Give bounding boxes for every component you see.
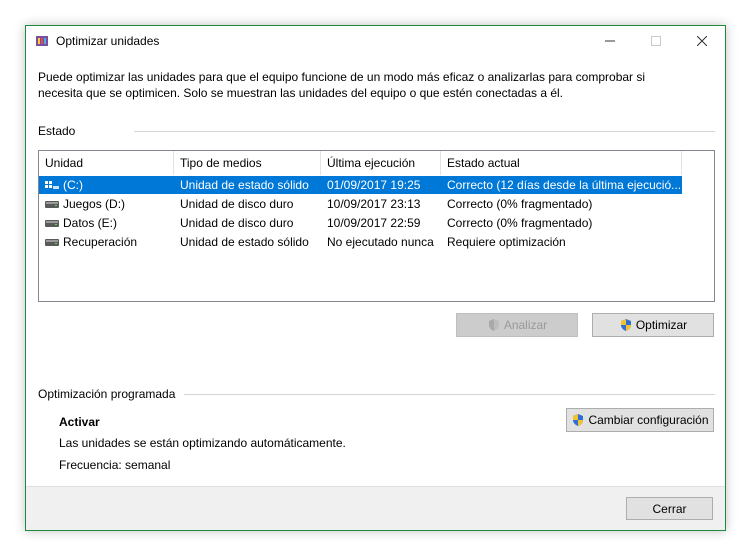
- hdd-drive-icon: [45, 239, 59, 246]
- uac-shield-icon: [488, 319, 499, 331]
- hdd-drive-icon: [45, 220, 59, 227]
- window-title: Optimizar unidades: [56, 34, 160, 48]
- optimizar-button[interactable]: Optimizar: [592, 313, 714, 337]
- drive-status: Correcto (0% fragmentado): [447, 197, 593, 211]
- col-unidad[interactable]: Unidad: [39, 151, 174, 175]
- minimize-icon: [605, 40, 615, 42]
- cerrar-button[interactable]: Cerrar: [626, 497, 713, 520]
- ssd-drive-icon: [45, 181, 59, 189]
- drive-type: Unidad de estado sólido: [180, 178, 309, 192]
- defrag-app-icon: [36, 36, 48, 46]
- drive-status: Correcto (12 días desde la última ejecuc…: [447, 178, 682, 192]
- close-window-button[interactable]: [679, 26, 725, 56]
- drive-last-run: 10/09/2017 22:59: [327, 216, 421, 230]
- optimize-drives-window: Optimizar unidades Puede optimizar las u…: [25, 25, 726, 531]
- drive-row-recuperacion[interactable]: Recuperación Unidad de estado sólido No …: [39, 233, 682, 251]
- drive-name: Juegos (D:): [63, 197, 126, 211]
- maximize-button[interactable]: [633, 26, 679, 56]
- maximize-icon: [651, 36, 661, 46]
- uac-shield-icon: [573, 414, 584, 426]
- estado-separator: [134, 131, 715, 132]
- intro-text: Puede optimizar las unidades para que el…: [38, 69, 708, 101]
- minimize-button[interactable]: [587, 26, 633, 56]
- main-content: Puede optimizar las unidades para que el…: [26, 56, 725, 486]
- drive-name: Recuperación: [63, 235, 138, 249]
- drive-row-d[interactable]: Juegos (D:) Unidad de disco duro 10/09/2…: [39, 195, 682, 213]
- drive-name: Datos (E:): [63, 216, 118, 230]
- programada-label: Optimización programada: [38, 387, 176, 401]
- optimizar-label: Optimizar: [635, 318, 688, 332]
- col-tipo-medios[interactable]: Tipo de medios: [174, 151, 321, 175]
- col-estado-actual[interactable]: Estado actual: [441, 151, 682, 175]
- drive-status: Requiere optimización: [447, 235, 566, 249]
- col-ultima-ejecucion[interactable]: Última ejecución: [321, 151, 441, 175]
- dialog-footer: Cerrar: [26, 486, 725, 530]
- cerrar-label: Cerrar: [652, 501, 687, 516]
- drive-last-run: 01/09/2017 19:25: [327, 178, 421, 192]
- drive-type: Unidad de disco duro: [180, 197, 294, 211]
- drive-name: (C:): [63, 178, 83, 192]
- drive-last-run: No ejecutado nunca: [327, 235, 434, 249]
- drive-type: Unidad de disco duro: [180, 216, 294, 230]
- hdd-drive-icon: [45, 201, 59, 208]
- frecuencia-text: Frecuencia: semanal: [59, 458, 171, 472]
- drive-row-c[interactable]: (C:) Unidad de estado sólido 01/09/2017 …: [39, 176, 682, 194]
- drive-last-run: 10/09/2017 23:13: [327, 197, 421, 211]
- drive-status: Correcto (0% fragmentado): [447, 216, 593, 230]
- analizar-button[interactable]: Analizar: [456, 313, 578, 337]
- drive-type: Unidad de estado sólido: [180, 235, 309, 249]
- programada-separator: [184, 394, 715, 395]
- title-bar[interactable]: Optimizar unidades: [26, 26, 725, 56]
- drives-list[interactable]: Unidad Tipo de medios Última ejecución E…: [38, 150, 715, 302]
- intro-line-1: Puede optimizar las unidades para que el…: [38, 70, 646, 84]
- activar-heading: Activar: [59, 415, 100, 429]
- drive-row-e[interactable]: Datos (E:) Unidad de disco duro 10/09/20…: [39, 214, 682, 232]
- uac-shield-icon: [620, 319, 631, 331]
- estado-label: Estado: [38, 124, 76, 138]
- programada-description: Las unidades se están optimizando automá…: [59, 436, 346, 450]
- list-header: Unidad Tipo de medios Última ejecución E…: [39, 151, 714, 175]
- analizar-label: Analizar: [503, 318, 548, 332]
- cambiar-configuracion-button[interactable]: Cambiar configuración: [566, 408, 714, 432]
- cambiar-configuracion-label: Cambiar configuración: [588, 413, 709, 427]
- close-icon: [697, 36, 707, 46]
- intro-line-2: necesita que se optimicen. Solo se muest…: [38, 86, 564, 100]
